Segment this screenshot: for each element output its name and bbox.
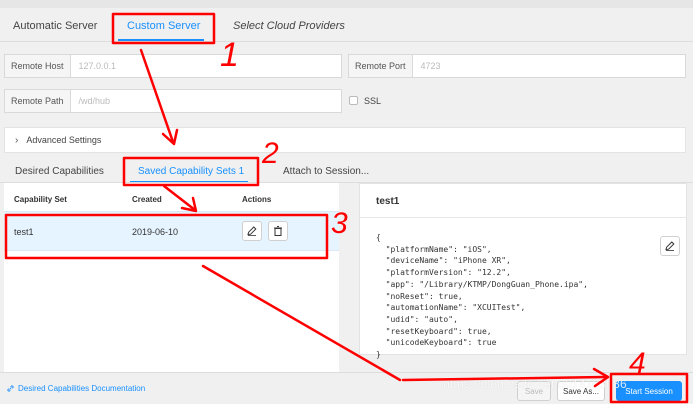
annotation-number-2: 2 [261,137,279,170]
highlight-box-test1-row [4,213,329,260]
annotation-number-3: 3 [331,207,348,240]
annotation-number-4: 4 [629,347,646,380]
highlight-box-start-session [609,372,689,404]
arrow-line-1 [139,48,175,144]
arrow-line-3 [201,264,402,382]
annotation-number-1: 1 [220,36,239,74]
annotation-overlay: 1 2 3 4 [4,12,689,404]
highlight-box-saved-sets [122,156,260,187]
highlight-box-custom-server [111,12,216,45]
arrow-line-4 [401,375,607,382]
arrow-line-2 [162,184,197,212]
